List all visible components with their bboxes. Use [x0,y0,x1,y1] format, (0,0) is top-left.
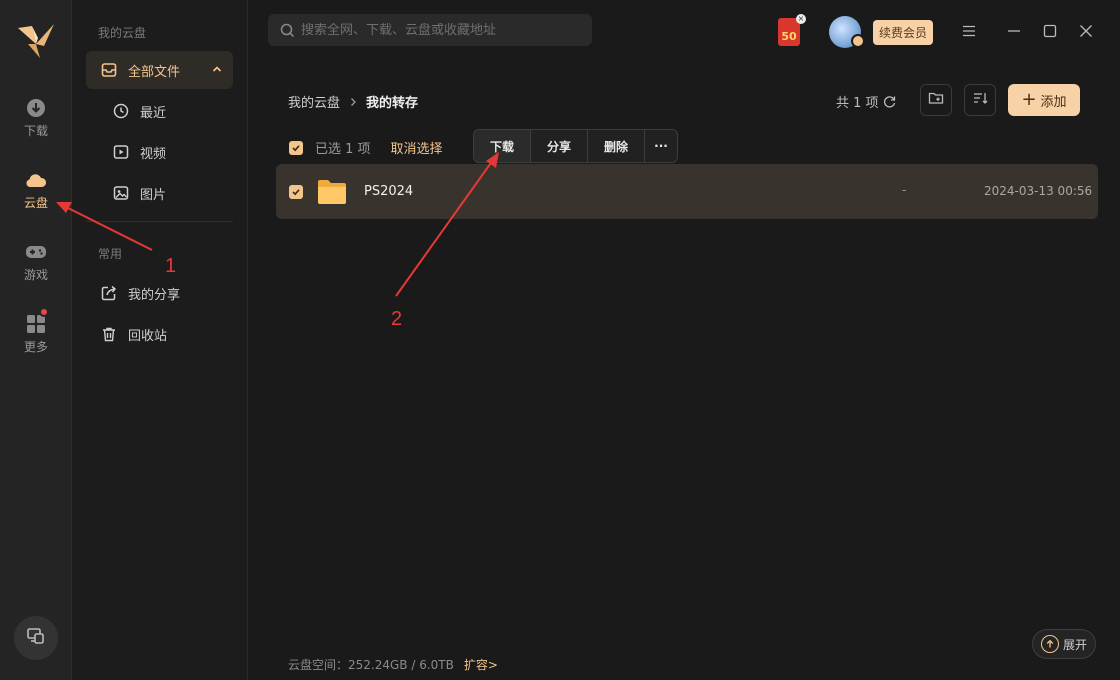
search-bar[interactable] [268,14,592,46]
sidebar-section-title: 我的云盘 [98,26,147,40]
rail-label: 游戏 [23,268,48,282]
cancel-selection-link[interactable]: 取消选择 [391,138,443,157]
sidebar: 我的云盘 全部文件 最近 视频 图片 常用 我的分享 回收站 [72,0,248,680]
sidebar-item-image[interactable]: 图片 [86,174,233,212]
sidebar-item-video[interactable]: 视频 [86,133,233,171]
storage-footer: 云盘空间：252.24GB / 6.0TB 扩容> [288,656,498,673]
breadcrumb: 我的云盘 我的转存 [288,92,418,111]
sort-icon [972,90,988,110]
download-icon [25,97,47,119]
search-icon [280,23,295,38]
item-count-label: 共 1 项 [836,96,879,111]
download-button[interactable]: 下载 [474,130,531,162]
video-icon [112,143,130,161]
breadcrumb-root[interactable]: 我的云盘 [288,92,340,111]
annotation-label-1: 1 [165,255,177,277]
chevron-right-icon [348,97,358,107]
share-icon [100,284,118,302]
sort-button[interactable] [964,84,996,116]
expand-button-label: 展开 [1062,637,1087,652]
app-logo-icon [14,18,58,62]
folder-icon [316,178,348,206]
red-packet-value: 50 [781,30,797,43]
rail-item-games[interactable]: 游戏 [0,234,72,290]
inbox-icon [100,61,118,79]
sidebar-item-label: 回收站 [128,328,168,344]
delete-button[interactable]: 删除 [588,130,645,162]
chevron-up-icon[interactable] [211,63,223,79]
rail-label: 下载 [23,124,48,138]
refresh-icon[interactable] [883,95,896,108]
clock-icon [112,102,130,120]
rail-label: 云盘 [23,196,48,210]
gamepad-icon [25,241,47,263]
sidebar-item-label: 视频 [140,146,167,162]
action-group: 下载 分享 删除 ··· [473,129,678,163]
sidebar-item-label: 全部文件 [128,64,181,80]
storage-usage: 云盘空间：252.24GB / 6.0TB [288,658,454,672]
maximize-icon[interactable] [1041,22,1059,40]
sidebar-item-label: 最近 [140,105,167,121]
sidebar-divider [86,221,233,222]
left-rail: 下载 云盘 游戏 更多 [0,0,72,680]
plus-icon: + [1021,89,1037,110]
upload-arrow-icon [1040,635,1059,653]
notification-badge [39,307,49,317]
selection-bar: 已选 1 项 取消选择 [289,138,443,157]
breadcrumb-current: 我的转存 [366,96,419,111]
row-checkbox[interactable] [289,184,303,199]
new-folder-button[interactable] [920,84,952,116]
share-button[interactable]: 分享 [531,130,588,162]
rail-item-cloud[interactable]: 云盘 [0,162,72,218]
expand-storage-link[interactable]: 扩容> [464,656,498,673]
sidebar-item-recycle-bin[interactable]: 回收站 [86,315,233,353]
cloud-icon [25,169,47,191]
add-button[interactable]: + 添加 [1008,84,1080,116]
device-icon [26,626,46,650]
folder-add-icon [928,90,944,110]
add-button-label: 添加 [1040,94,1067,110]
sidebar-item-label: 我的分享 [128,287,181,303]
more-button[interactable]: ··· [645,130,677,162]
item-count: 共 1 项 [836,92,896,111]
menu-icon[interactable] [960,22,978,40]
selected-count: 已选 1 项 [315,142,371,157]
annotation-label-2: 2 [391,308,403,330]
sidebar-item-label: 图片 [140,187,167,203]
trash-icon [100,325,118,343]
close-window-icon[interactable] [1077,22,1095,40]
vip-badge-icon [851,34,865,48]
minimize-icon[interactable] [1005,22,1023,40]
sidebar-item-all-files[interactable]: 全部文件 [86,51,233,89]
expand-button[interactable]: 展开 [1032,629,1096,659]
file-size: - [902,183,907,197]
rail-item-more[interactable]: 更多 [0,306,72,362]
search-input[interactable] [301,22,581,38]
rail-item-download[interactable]: 下载 [0,90,72,146]
renew-vip-button[interactable]: 续费会员 [873,20,933,45]
select-all-checkbox[interactable] [289,140,303,155]
file-name[interactable]: PS2024 [364,184,413,199]
image-icon [112,184,130,202]
sidebar-item-my-share[interactable]: 我的分享 [86,274,233,312]
file-date: 2024-03-13 00:56 [984,184,1093,198]
device-switch-button[interactable] [14,616,58,660]
close-icon[interactable]: × [796,14,806,24]
app-window: 下载 云盘 游戏 更多 我的云盘 全部文件 最近 视频 图片 常用 我的分享 回… [0,0,1120,680]
rail-label: 更多 [23,340,48,354]
sidebar-item-recent[interactable]: 最近 [86,92,233,130]
file-row[interactable]: PS2024 - 2024-03-13 00:56 [276,164,1098,219]
sidebar-common-title: 常用 [98,247,123,261]
